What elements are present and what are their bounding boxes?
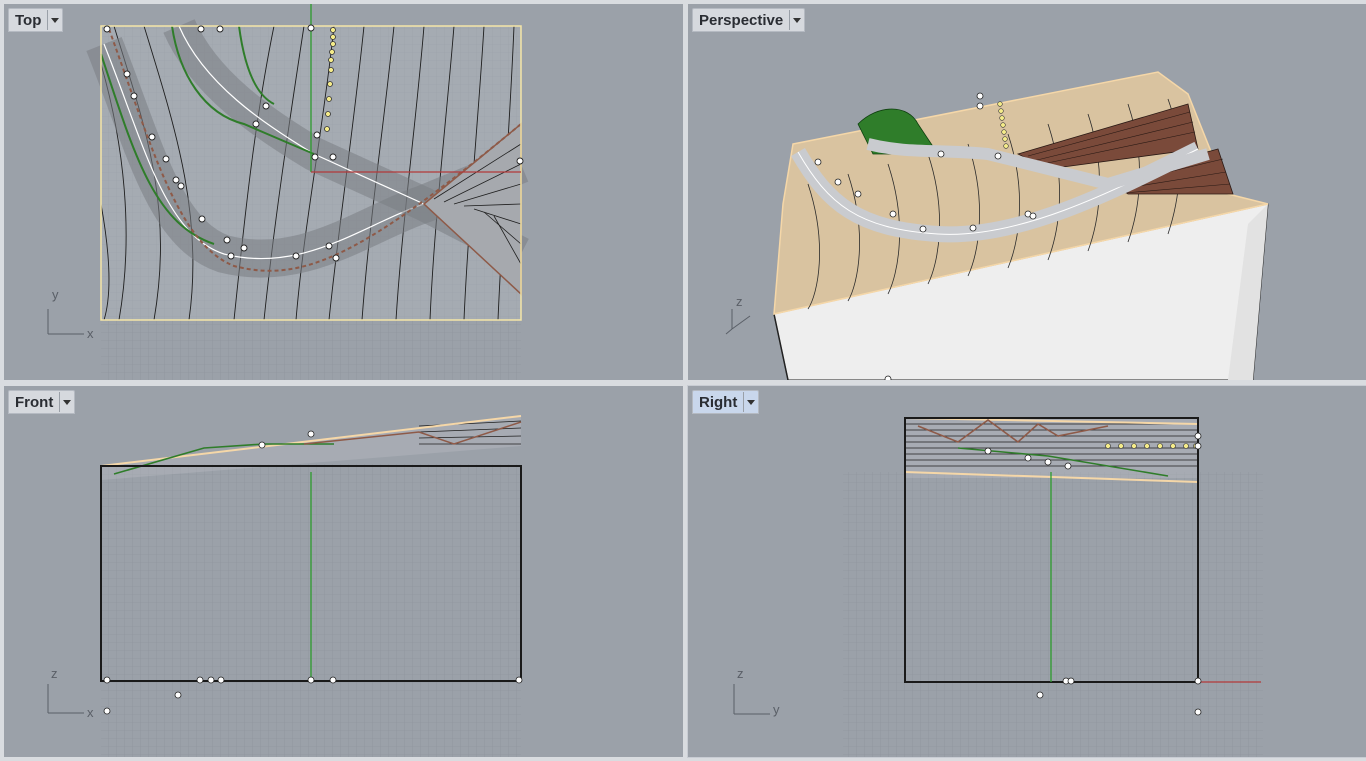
axis-label-z: z bbox=[737, 666, 744, 681]
viewport-tab-top[interactable]: Top bbox=[8, 8, 64, 32]
viewport-tab-perspective[interactable]: Perspective bbox=[692, 8, 806, 32]
chevron-down-icon[interactable] bbox=[59, 392, 74, 412]
axis-label-x: x bbox=[87, 705, 94, 720]
axis-label-y: y bbox=[773, 702, 780, 717]
viewport-title: Front bbox=[15, 393, 54, 411]
chevron-down-icon[interactable] bbox=[47, 10, 62, 30]
axis-label-y: y bbox=[52, 287, 59, 302]
viewport-top[interactable]: y x Top bbox=[4, 4, 683, 380]
right-view-canvas[interactable]: z y bbox=[688, 386, 1366, 757]
axis-gizmo-icon: z y bbox=[733, 666, 780, 717]
rhino-workspace: y x Top z Perspective z x Front z y Righ… bbox=[0, 0, 1366, 761]
viewport-right[interactable]: z y Right bbox=[687, 385, 1366, 758]
viewport-tab-right[interactable]: Right bbox=[692, 390, 760, 414]
axis-gizmo-icon: y x bbox=[47, 287, 94, 341]
axis-label-x: x bbox=[87, 326, 94, 341]
viewport-title: Top bbox=[15, 11, 42, 29]
axis-gizmo-icon: z x bbox=[47, 666, 94, 720]
viewport-front[interactable]: z x Front bbox=[4, 386, 683, 757]
chevron-down-icon[interactable] bbox=[789, 10, 804, 30]
viewport-title: Right bbox=[699, 393, 738, 411]
top-view-canvas[interactable]: y x bbox=[4, 4, 683, 380]
axis-gizmo-icon: z bbox=[725, 294, 751, 335]
axis-label-z: z bbox=[51, 666, 58, 681]
viewport-title: Perspective bbox=[699, 11, 784, 29]
perspective-view-canvas[interactable]: z bbox=[688, 4, 1366, 380]
axis-label-z: z bbox=[736, 294, 743, 309]
front-view-canvas[interactable]: z x bbox=[4, 386, 683, 757]
chevron-down-icon[interactable] bbox=[743, 392, 758, 412]
viewport-tab-front[interactable]: Front bbox=[8, 390, 76, 414]
viewport-perspective[interactable]: z Perspective bbox=[688, 4, 1366, 380]
